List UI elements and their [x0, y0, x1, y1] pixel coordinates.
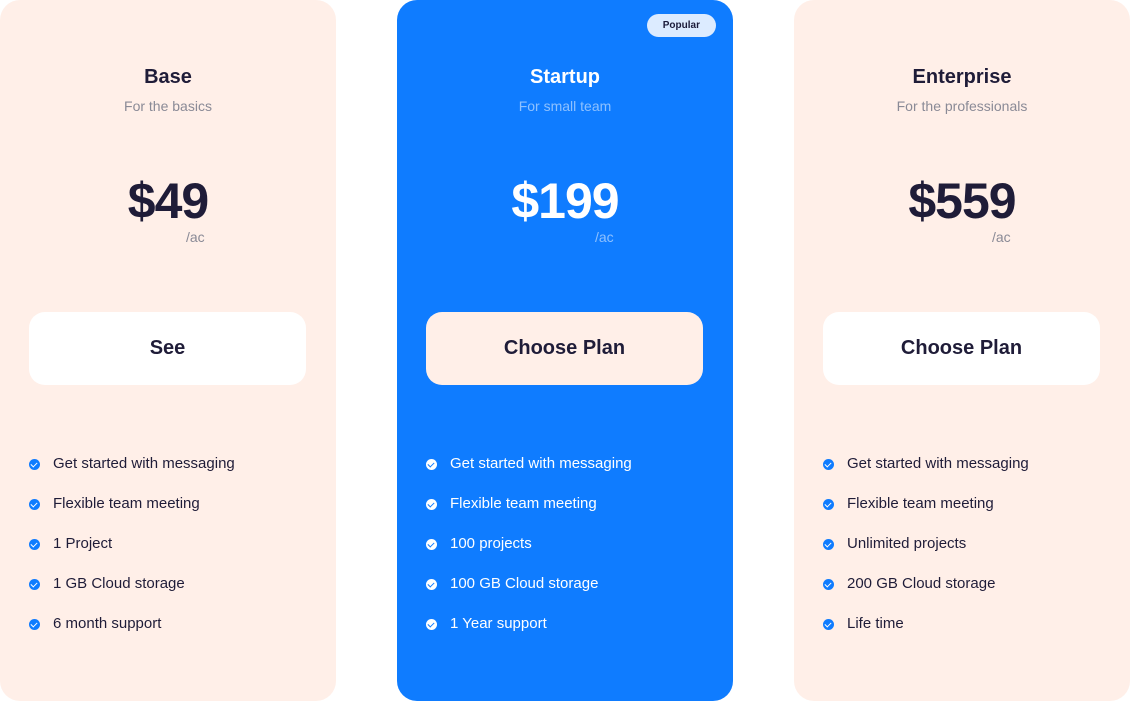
check-circle-icon: [426, 459, 437, 470]
price-unit: /ac: [595, 229, 614, 245]
check-circle-icon: [823, 579, 834, 590]
feature-item: Flexible team meeting: [29, 494, 235, 534]
plan-tagline: For small team: [518, 98, 612, 114]
plan-card-base: Base For the basics $49 /ac See Get star…: [0, 0, 336, 701]
check-circle-icon: [29, 499, 40, 510]
feature-item: 200 GB Cloud storage: [823, 574, 1029, 614]
check-circle-icon: [823, 539, 834, 550]
check-circle-icon: [426, 619, 437, 630]
feature-item: 1 Project: [29, 534, 235, 574]
feature-label: 1 GB Cloud storage: [53, 575, 185, 592]
feature-label: 200 GB Cloud storage: [847, 575, 996, 592]
feature-list: Get started with messaging Flexible team…: [29, 454, 235, 654]
feature-label: Flexible team meeting: [450, 495, 597, 512]
feature-label: 1 Year support: [450, 615, 547, 632]
feature-item: Unlimited projects: [823, 534, 1029, 574]
check-circle-icon: [823, 459, 834, 470]
check-circle-icon: [29, 579, 40, 590]
feature-item: Life time: [823, 614, 1029, 654]
check-circle-icon: [29, 619, 40, 630]
feature-item: 1 GB Cloud storage: [29, 574, 235, 614]
check-circle-icon: [29, 459, 40, 470]
feature-label: Life time: [847, 615, 904, 632]
check-circle-icon: [426, 579, 437, 590]
feature-label: Get started with messaging: [450, 455, 632, 472]
feature-item: Get started with messaging: [823, 454, 1029, 494]
choose-plan-button[interactable]: Choose Plan: [426, 312, 703, 385]
plan-card-startup: Popular Startup For small team $199 /ac …: [397, 0, 733, 701]
plan-tagline: For the basics: [124, 98, 212, 114]
feature-item: Flexible team meeting: [823, 494, 1029, 534]
feature-list: Get started with messaging Flexible team…: [823, 454, 1029, 654]
plan-title: Base: [144, 66, 192, 88]
feature-label: Flexible team meeting: [53, 495, 200, 512]
plan-title: Enterprise: [912, 66, 1012, 88]
feature-label: 6 month support: [53, 615, 162, 632]
feature-item: 100 projects: [426, 534, 632, 574]
feature-item: Flexible team meeting: [426, 494, 632, 534]
feature-item: 1 Year support: [426, 614, 632, 654]
check-circle-icon: [426, 499, 437, 510]
feature-item: Get started with messaging: [426, 454, 632, 494]
plan-price: $49: [127, 173, 209, 229]
plan-tagline: For the professionals: [896, 98, 1028, 114]
feature-item: Get started with messaging: [29, 454, 235, 494]
feature-list: Get started with messaging Flexible team…: [426, 454, 632, 654]
see-plan-button[interactable]: See: [29, 312, 306, 385]
feature-label: Get started with messaging: [847, 455, 1029, 472]
check-circle-icon: [823, 499, 834, 510]
popular-badge: Popular: [646, 14, 716, 37]
feature-item: 100 GB Cloud storage: [426, 574, 632, 614]
feature-label: 1 Project: [53, 535, 113, 552]
check-circle-icon: [29, 539, 40, 550]
price-unit: /ac: [992, 229, 1011, 245]
check-circle-icon: [823, 619, 834, 630]
check-circle-icon: [426, 539, 437, 550]
feature-label: 100 GB Cloud storage: [450, 575, 599, 592]
feature-label: 100 projects: [450, 535, 532, 552]
plan-card-enterprise: Enterprise For the professionals $559 /a…: [794, 0, 1130, 701]
choose-plan-button[interactable]: Choose Plan: [823, 312, 1100, 385]
feature-label: Get started with messaging: [53, 455, 235, 472]
plan-title: Startup: [530, 66, 600, 88]
plan-price: $559: [908, 173, 1016, 229]
feature-item: 6 month support: [29, 614, 235, 654]
price-unit: /ac: [186, 229, 205, 245]
plan-price: $199: [511, 173, 619, 229]
feature-label: Flexible team meeting: [847, 495, 994, 512]
feature-label: Unlimited projects: [847, 535, 967, 552]
